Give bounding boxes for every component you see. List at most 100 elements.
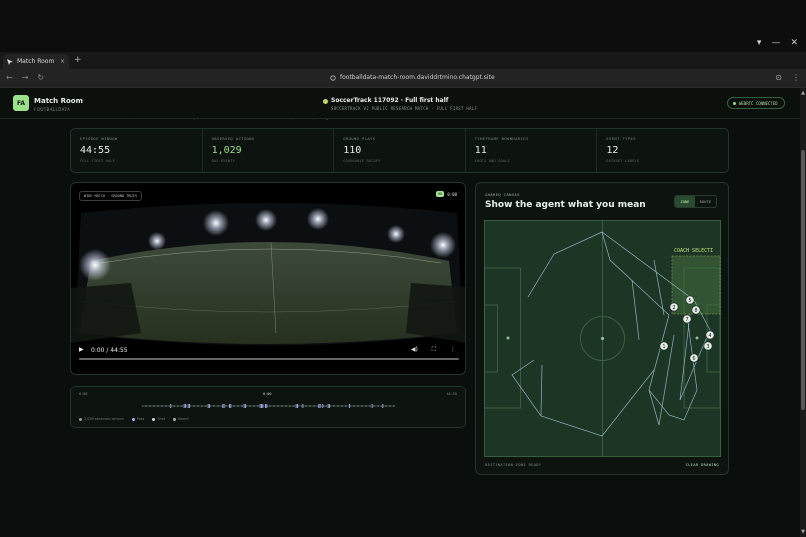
timeline-event-tick[interactable] — [358, 405, 359, 407]
timeline-event-tick[interactable] — [311, 405, 313, 407]
timeline-event-tick[interactable] — [351, 405, 353, 407]
timeline-event-tick[interactable] — [211, 405, 213, 407]
timeline-event-tick[interactable] — [149, 405, 150, 407]
timeline-event-tick[interactable] — [227, 405, 229, 407]
timeline-event-tick[interactable] — [287, 405, 289, 407]
timeline-event-tick[interactable] — [186, 405, 187, 407]
timeline-event-tick[interactable] — [305, 405, 306, 407]
timeline-event-tick[interactable] — [315, 405, 317, 407]
player-marker[interactable]: 7 — [682, 314, 692, 324]
timeline-event-tick[interactable] — [339, 405, 341, 407]
timeline-event-tick[interactable] — [277, 405, 278, 407]
player-marker[interactable]: 2 — [669, 302, 679, 312]
timeline-event-tick[interactable] — [257, 405, 258, 407]
timeline-event-tick[interactable] — [158, 405, 159, 407]
timeline-event-tick[interactable] — [374, 405, 375, 407]
timeline-event-tick[interactable] — [342, 405, 343, 407]
timeline-event-tick[interactable] — [282, 405, 283, 407]
timeline-event-tick[interactable] — [190, 405, 191, 407]
timeline-event-tick[interactable] — [381, 405, 382, 407]
forward-icon[interactable]: → — [22, 73, 29, 82]
timeline-event-tick[interactable] — [369, 405, 370, 407]
timeline-event-tick[interactable] — [171, 405, 173, 407]
volume-icon[interactable]: ◀) — [411, 346, 418, 354]
timeline-event-tick[interactable] — [386, 405, 387, 407]
timeline-event-tick[interactable] — [225, 405, 226, 407]
timeline-event-tick[interactable] — [238, 405, 239, 407]
timeline-event-tick[interactable] — [193, 405, 194, 407]
timeline-event-tick[interactable] — [202, 405, 203, 407]
timeline-event-tick[interactable] — [361, 405, 362, 407]
timeline-event-tick[interactable] — [323, 405, 325, 407]
timeline-event-tick[interactable] — [207, 404, 209, 408]
timeline-event-tick[interactable] — [157, 405, 158, 407]
timeline-event-tick[interactable] — [221, 405, 222, 407]
timeline-event-tick[interactable] — [357, 405, 358, 407]
timeline-event-tick[interactable] — [229, 404, 230, 408]
timeline-event-tick[interactable] — [217, 405, 218, 407]
timeline-event-tick[interactable] — [146, 405, 147, 407]
timeline-event-tick[interactable] — [394, 405, 395, 407]
timeline-event-tick[interactable] — [325, 405, 326, 407]
timeline-event-tick[interactable] — [162, 405, 163, 407]
timeline-event-tick[interactable] — [353, 405, 354, 407]
timeline-event-tick[interactable] — [258, 405, 259, 407]
timeline-event-tick[interactable] — [285, 405, 286, 407]
timeline-event-tick[interactable] — [289, 405, 290, 407]
timeline-event-tick[interactable] — [249, 405, 250, 407]
timeline-event-tick[interactable] — [373, 405, 374, 407]
timeline-event-tick[interactable] — [318, 404, 320, 408]
timeline-event-tick[interactable] — [245, 404, 246, 408]
player-marker[interactable]: 5 — [685, 295, 695, 305]
timeline-event-tick[interactable] — [330, 405, 331, 407]
play-icon[interactable]: ▶ — [79, 346, 84, 353]
timeline-event-tick[interactable] — [182, 405, 183, 407]
timeline-event-tick[interactable] — [278, 405, 279, 407]
timeline-event-tick[interactable] — [170, 404, 172, 408]
timeline-event-tick[interactable] — [161, 405, 162, 407]
timeline-event-tick[interactable] — [310, 405, 311, 407]
player-marker[interactable]: 1 — [659, 341, 669, 351]
timeline-event-tick[interactable] — [359, 405, 361, 407]
timeline-event-tick[interactable] — [155, 405, 157, 407]
timeline-event-tick[interactable] — [191, 405, 193, 407]
fullscreen-icon[interactable]: ⛶ — [432, 346, 436, 354]
timeline-event-tick[interactable] — [189, 404, 190, 408]
timeline-event-tick[interactable] — [302, 404, 304, 408]
timeline-event-tick[interactable] — [187, 404, 189, 408]
timeline-event-tick[interactable] — [269, 405, 270, 407]
timeline-event-tick[interactable] — [389, 405, 390, 407]
timeline-event-tick[interactable] — [177, 405, 178, 407]
timeline-event-tick[interactable] — [174, 405, 175, 407]
timeline-event-tick[interactable] — [331, 405, 333, 407]
timeline-event-tick[interactable] — [150, 405, 151, 407]
timeline-event-tick[interactable] — [233, 405, 234, 407]
logo[interactable]: FA — [13, 95, 29, 111]
timeline-event-tick[interactable] — [343, 405, 345, 407]
toggle-zone[interactable]: ZONE — [675, 196, 695, 207]
timeline-event-tick[interactable] — [266, 404, 268, 408]
timeline-event-tick[interactable] — [219, 405, 221, 407]
close-window-icon[interactable]: ✕ — [790, 38, 798, 48]
timeline-event-tick[interactable] — [313, 405, 314, 407]
player-marker[interactable]: 6 — [689, 353, 699, 363]
timeline-event-tick[interactable] — [169, 405, 170, 407]
timeline-event-tick[interactable] — [210, 405, 211, 407]
timeline-event-tick[interactable] — [199, 405, 201, 407]
player-marker[interactable]: 3 — [703, 341, 713, 351]
back-icon[interactable]: ← — [6, 73, 13, 82]
timeline-event-tick[interactable] — [387, 405, 389, 407]
timeline-event-tick[interactable] — [383, 405, 385, 407]
event-timeline[interactable]: 0:00 0:00 44:55 1,029 observed actions Pa… — [70, 386, 466, 428]
timeline-event-tick[interactable] — [306, 405, 307, 407]
timeline-event-tick[interactable] — [203, 405, 205, 407]
timeline-event-tick[interactable] — [213, 405, 214, 407]
timeline-event-tick[interactable] — [205, 405, 206, 407]
timeline-event-tick[interactable] — [241, 405, 242, 407]
timeline-event-tick[interactable] — [322, 404, 324, 408]
timeline-event-tick[interactable] — [346, 405, 347, 407]
timeline-event-tick[interactable] — [195, 405, 197, 407]
timeline-event-tick[interactable] — [341, 405, 342, 407]
timeline-event-tick[interactable] — [246, 405, 247, 407]
timeline-event-tick[interactable] — [345, 405, 346, 407]
